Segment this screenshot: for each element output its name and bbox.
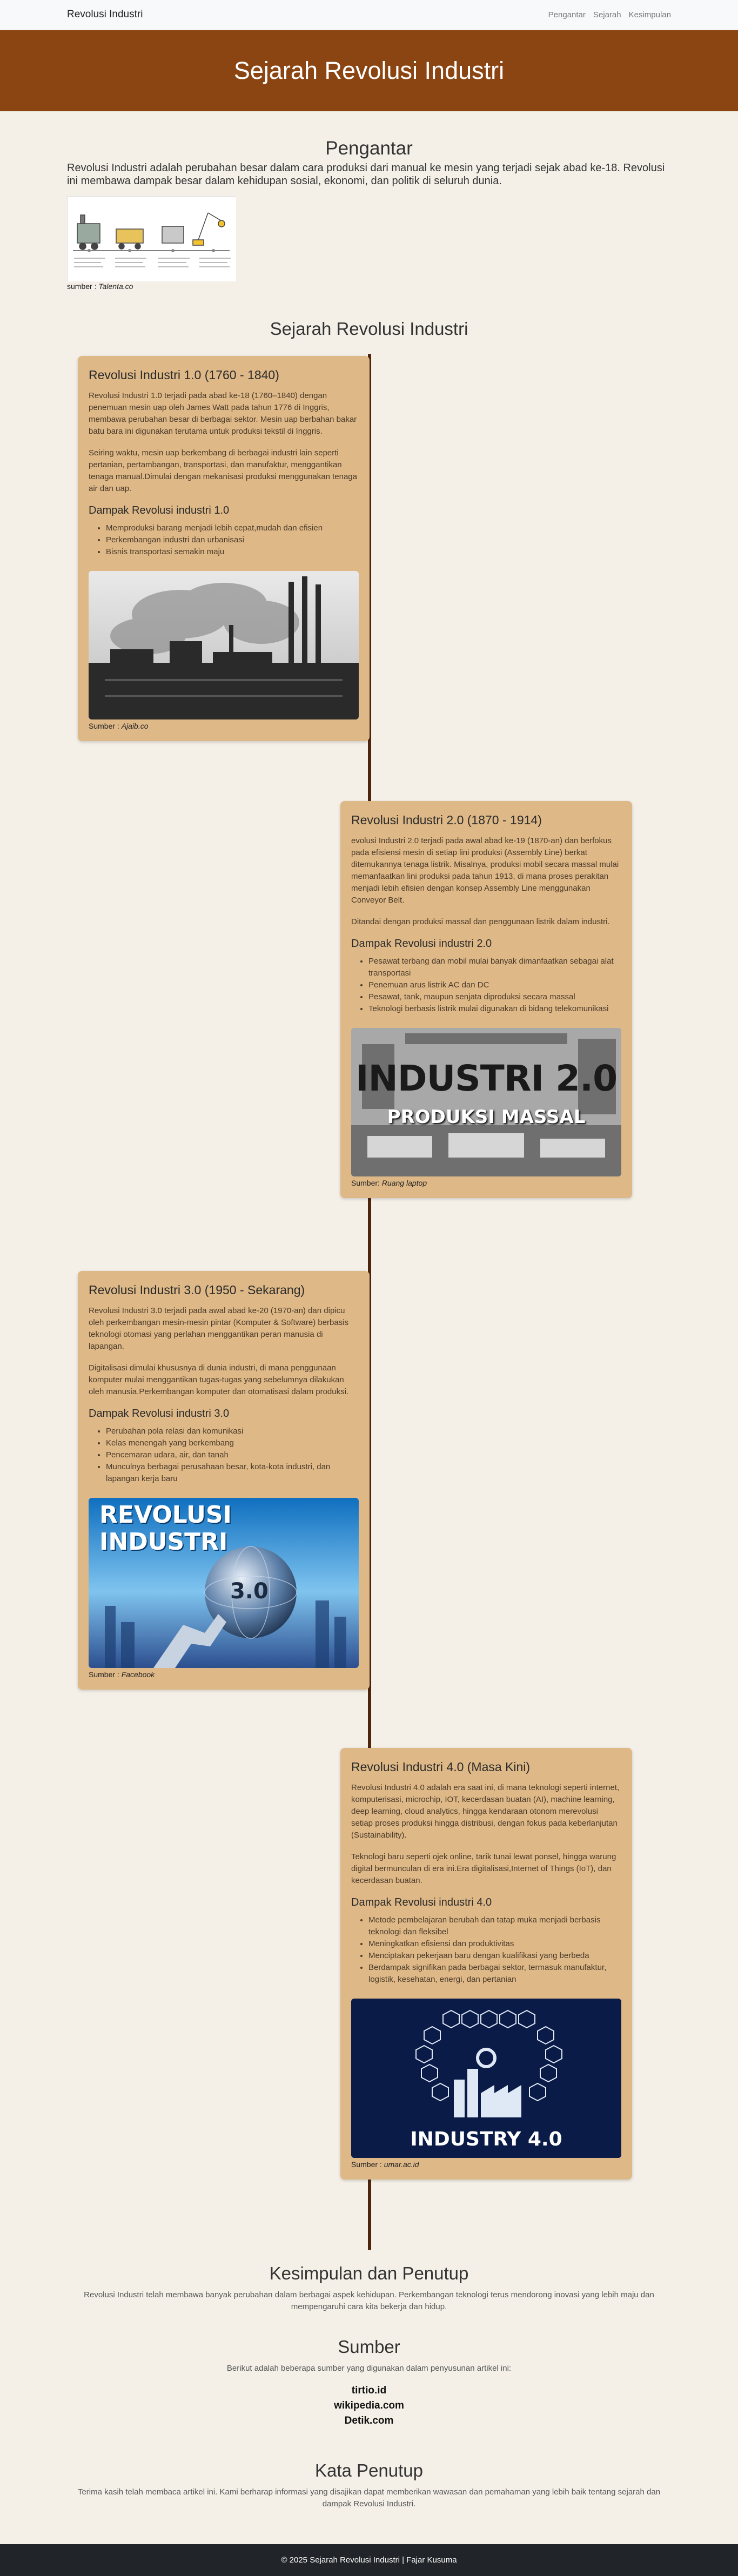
footer-text: © 2025 Sejarah Revolusi Industri | Fajar… [281,2555,457,2565]
nav-link-sejarah[interactable]: Sejarah [593,10,621,19]
list-item: Pesawat terbang dan mobil mulai banyak d… [368,956,621,979]
history-title: Sejarah Revolusi Industri [270,319,468,339]
caption-source: Ruang laptop [381,1179,427,1187]
intro-text: Revolusi Industri adalah perubahan besar… [67,162,665,187]
sources-list: tirtio.id wikipedia.com Detik.com [0,2383,738,2429]
caption-source: Ajaib.co [121,722,149,730]
conclusion-title: Kesimpulan dan Penutup [269,2263,469,2283]
card-caption: Sumber: Ruang laptop [351,1179,621,1187]
timeline-card-1: Revolusi Industri 1.0 (1760 - 1840) Revo… [78,356,370,741]
image-heading: INDUSTRY 4.0 [410,2128,562,2150]
card-caption: Sumber : Ajaib.co [89,722,359,730]
list-item: Pesawat, tank, maupun senjata diproduksi… [368,991,621,1003]
hero-banner: Sejarah Revolusi Industri [0,30,738,111]
hero-title: Sejarah Revolusi Industri [233,57,505,84]
impact-list: Pesawat terbang dan mobil mulai banyak d… [351,956,621,1015]
list-item: Penemuan arus listrik AC dan DC [368,979,621,991]
list-item: Bisnis transportasi semakin maju [106,546,359,558]
card-paragraph: Ditandai dengan produksi massal dan peng… [351,917,610,926]
card-paragraph: Digitalisasi dimulai khususnya di dunia … [89,1363,349,1396]
timeline-card-2: Revolusi Industri 2.0 (1870 - 1914) evol… [340,801,632,1198]
conclusion-text: Revolusi Industri telah membawa banyak p… [84,2290,654,2311]
card-paragraph: Revolusi Industri 1.0 terjadi pada abad … [89,391,357,436]
navbar: Revolusi Industri Pengantar Sejarah Kesi… [0,0,738,30]
list-item: Kelas menengah yang berkembang [106,1437,359,1449]
factory-photo [89,571,359,719]
image-version: 3.0 [230,1579,269,1604]
impact-title: Dampak Revolusi industri 4.0 [351,1896,492,1908]
list-item: Meningkatkan efisiensi dan produktivitas [368,1938,621,1950]
list-item: Teknologi berbasis listrik mulai digunak… [368,1003,621,1015]
list-item: Memproduksi barang menjadi lebih cepat,m… [106,522,359,534]
caption-prefix: Sumber : [89,722,122,730]
list-item: Perubahan pola relasi dan komunikasi [106,1425,359,1437]
card-caption: Sumber : umar.ac.id [351,2160,621,2169]
nav-link-kesimpulan[interactable]: Kesimpulan [629,10,671,19]
list-item: Menciptakan pekerjaan baru dengan kualif… [368,1950,621,1962]
caption-prefix: Sumber: [351,1179,382,1187]
card-paragraph: Revolusi Industri 4.0 adalah era saat in… [351,1783,620,1840]
source-item: Detik.com [344,2415,394,2426]
nav-link-pengantar[interactable]: Pengantar [548,10,586,19]
list-item: Munculnya berbagai perusahaan besar, kot… [106,1461,359,1485]
closing-text: Terima kasih telah membaca artikel ini. … [77,2487,661,2508]
robot-globe-image: REVOLUSI INDUSTRI 3.0 [89,1498,359,1668]
source-item: wikipedia.com [334,2400,404,2411]
intro-title: Pengantar [325,138,413,159]
card-title: Revolusi Industri 3.0 (1950 - Sekarang) [89,1283,305,1297]
card-title: Revolusi Industri 2.0 (1870 - 1914) [351,813,542,827]
card-paragraph: evolusi Industri 2.0 terjadi pada awal a… [351,836,619,905]
brand-link[interactable]: Revolusi Industri [67,9,143,21]
sources-intro: Berikut adalah beberapa sumber yang digu… [226,2364,512,2373]
impact-title: Dampak Revolusi industri 2.0 [351,938,492,950]
list-item: Perkembangan industri dan urbanisasi [106,534,359,546]
image-subheading: PRODUKSI MASSAL [387,1106,586,1128]
caption-source: umar.ac.id [384,2160,419,2169]
card-paragraph: Teknologi baru seperti ojek online, tari… [351,1852,616,1885]
footer: © 2025 Sejarah Revolusi Industri | Fajar… [0,2544,738,2576]
image-heading: INDUSTRI 2.0 [355,1058,618,1099]
list-item: Berdampak signifikan pada berbagai sekto… [368,1962,621,1986]
card-caption: Sumber : Facebook [89,1670,359,1679]
intro-caption: sumber : Talenta.co [67,282,133,291]
caption-source: Facebook [121,1670,155,1679]
impact-list: Perubahan pola relasi dan komunikasi Kel… [89,1425,359,1485]
impact-title: Dampak Revolusi industri 3.0 [89,1408,230,1420]
mass-production-photo: INDUSTRI 2.0 PRODUKSI MASSAL [351,1028,621,1176]
impact-title: Dampak Revolusi industri 1.0 [89,505,230,516]
caption-prefix: Sumber : [89,1670,122,1679]
image-subheading: INDUSTRI [99,1528,228,1556]
list-item: Pencemaran udara, air, dan tanah [106,1449,359,1461]
list-item: Metode pembelajaran berubah dan tatap mu… [368,1914,621,1938]
nav-links: Pengantar Sejarah Kesimpulan [548,10,671,19]
industry-4-image: INDUSTRY 4.0 [351,1999,621,2158]
image-heading: REVOLUSI [99,1501,232,1529]
intro-diagram-image [67,196,236,281]
card-paragraph: Revolusi Industri 3.0 terjadi pada awal … [89,1306,349,1351]
caption-source: Talenta.co [98,282,133,291]
impact-list: Metode pembelajaran berubah dan tatap mu… [351,1914,621,1986]
caption-prefix: Sumber : [351,2160,384,2169]
timeline-card-3: Revolusi Industri 3.0 (1950 - Sekarang) … [78,1271,370,1690]
source-item: tirtio.id [351,2385,387,2396]
impact-list: Memproduksi barang menjadi lebih cepat,m… [89,522,359,558]
card-title: Revolusi Industri 1.0 (1760 - 1840) [89,368,279,382]
timeline-card-4: Revolusi Industri 4.0 (Masa Kini) Revolu… [340,1748,632,2180]
caption-prefix: sumber : [67,282,99,291]
card-title: Revolusi Industri 4.0 (Masa Kini) [351,1760,531,1774]
card-paragraph: Seiring waktu, mesin uap berkembang di b… [89,448,357,493]
closing-title: Kata Penutup [315,2460,423,2480]
sources-title: Sumber [338,2337,400,2357]
